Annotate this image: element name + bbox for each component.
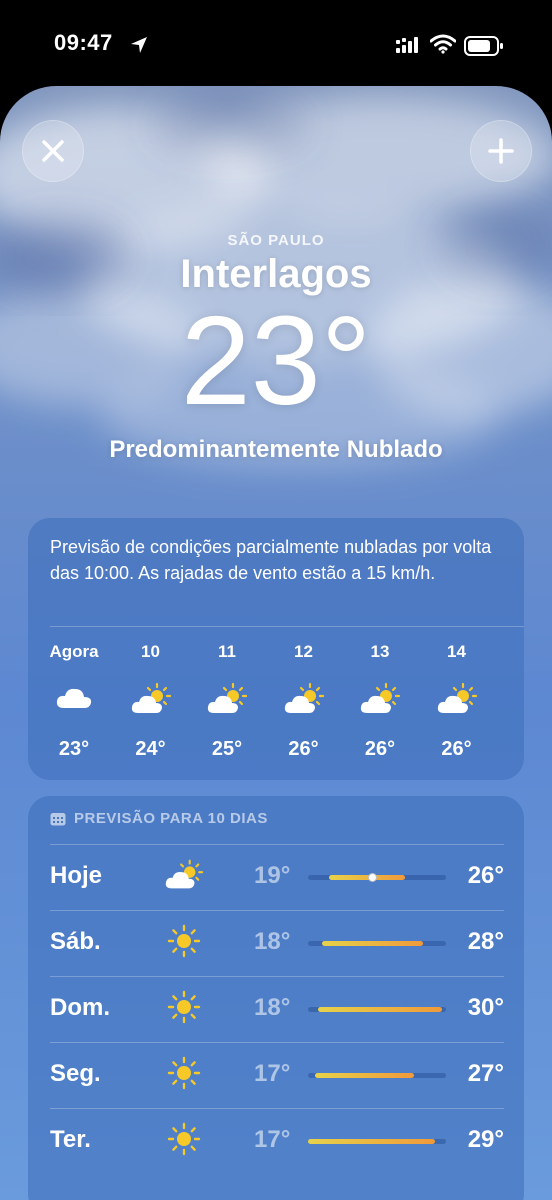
- divider: [50, 1108, 504, 1109]
- temp-range-fill: [308, 1139, 435, 1144]
- sun-icon: [164, 1122, 204, 1158]
- hour-item: 14 26°: [419, 642, 495, 761]
- day-high-temp: 26°: [467, 862, 504, 889]
- status-bar: 09:47: [0, 0, 552, 90]
- day-row[interactable]: Hoje 19° 26°: [50, 844, 504, 910]
- forecast-summary: Previsão de condições parcialmente nubla…: [50, 537, 492, 583]
- day-name: Seg.: [50, 1060, 101, 1087]
- calendar-icon: [50, 812, 66, 825]
- day-low-temp: 17°: [254, 1060, 291, 1087]
- weather-sheet: SÃO PAULO Interlagos 23° Predominantemen…: [0, 86, 552, 1200]
- hour-label: 10: [141, 642, 160, 661]
- day-row[interactable]: Sáb. 18° 28°: [50, 910, 504, 976]
- divider: [50, 626, 524, 627]
- wifi-icon: [430, 34, 456, 54]
- hour-temperature: 23°: [58, 738, 90, 760]
- temp-range-bar: [308, 941, 446, 946]
- day-low-temp: 18°: [254, 994, 291, 1021]
- hourly-forecast-card[interactable]: Previsão de condições parcialmente nubla…: [28, 518, 524, 780]
- hour-temperature: 26°: [364, 738, 396, 760]
- sun-icon: [164, 990, 204, 1026]
- day-low-temp: 18°: [254, 928, 291, 955]
- current-temperature: 23°: [180, 290, 372, 431]
- partly-sunny-icon: [189, 682, 265, 718]
- divider: [50, 1042, 504, 1043]
- current-condition: Predominantemente Nublado: [109, 436, 443, 463]
- day-high-temp: 28°: [467, 928, 504, 955]
- add-location-button[interactable]: [470, 120, 532, 182]
- day-low-temp: 17°: [254, 1126, 291, 1153]
- day-name: Hoje: [50, 862, 103, 889]
- day-low-temp: 19°: [254, 862, 291, 889]
- day-high-temp: 27°: [467, 1060, 504, 1087]
- partly-sunny-icon: [342, 682, 418, 718]
- hour-item: 12 26°: [266, 642, 342, 761]
- cellular-signal-icon: [396, 37, 418, 53]
- hour-temperature: 25°: [211, 738, 243, 760]
- temp-range-bar: [308, 1139, 446, 1144]
- day-name: Dom.: [50, 994, 110, 1021]
- temp-range-fill: [317, 1007, 442, 1012]
- location-arrow-icon: [131, 37, 147, 53]
- partly-sunny-icon: [266, 682, 342, 718]
- hour-temperature: 26°: [441, 738, 472, 760]
- plus-icon: [488, 138, 514, 164]
- partly-sunny-icon: [164, 858, 204, 894]
- hour-item: Agora 23°: [36, 642, 112, 761]
- sun-icon: [164, 1056, 204, 1092]
- hour-label: Agora: [49, 642, 99, 661]
- temp-range-fill: [314, 1073, 415, 1078]
- temp-range-bar: [308, 873, 446, 882]
- hour-label: 14: [447, 642, 466, 661]
- divider: [50, 910, 504, 911]
- temp-range-fill: [328, 875, 405, 880]
- temp-range-bar: [308, 1007, 446, 1012]
- ten-day-header: PREVISÃO PARA 10 DIAS: [50, 810, 268, 827]
- day-high-temp: 29°: [467, 1126, 504, 1153]
- temp-range-fill: [321, 941, 423, 946]
- current-temp-dot: [368, 873, 378, 882]
- partly-sunny-icon: [113, 682, 189, 718]
- divider: [50, 976, 504, 977]
- day-row[interactable]: Dom. 18° 30°: [50, 976, 504, 1042]
- temp-range-bar: [308, 1073, 446, 1078]
- hour-label: 11: [218, 642, 236, 661]
- day-name: Ter.: [50, 1126, 91, 1153]
- day-name: Sáb.: [50, 928, 101, 955]
- hour-label: 13: [370, 642, 390, 661]
- hour-temperature: 24°: [135, 738, 166, 760]
- ten-day-forecast-card[interactable]: PREVISÃO PARA 10 DIAS Hoje 19° 26° Sáb. 18° 2…: [28, 796, 524, 1200]
- ten-day-title: PREVISÃO PARA 10 DIAS: [74, 810, 268, 827]
- hour-item: 10 24°: [113, 642, 189, 761]
- battery-icon: [464, 36, 503, 56]
- day-high-temp: 30°: [467, 994, 504, 1021]
- close-icon: [42, 140, 64, 162]
- day-row[interactable]: Ter. 17° 29°: [50, 1108, 504, 1174]
- day-row[interactable]: Seg. 17° 27°: [50, 1042, 504, 1108]
- region-label: SÃO PAULO: [227, 232, 325, 249]
- hour-temperature: 26°: [288, 738, 319, 760]
- hour-label: 12: [294, 642, 313, 661]
- sun-icon: [164, 924, 204, 960]
- divider: [50, 844, 504, 845]
- partly-sunny-icon: [419, 682, 495, 718]
- hour-item: 13 26°: [342, 642, 418, 761]
- hour-item: 11 25°: [189, 642, 265, 761]
- close-button[interactable]: [22, 120, 84, 182]
- cloud-icon: [36, 682, 112, 718]
- status-time: 09:47: [54, 30, 113, 55]
